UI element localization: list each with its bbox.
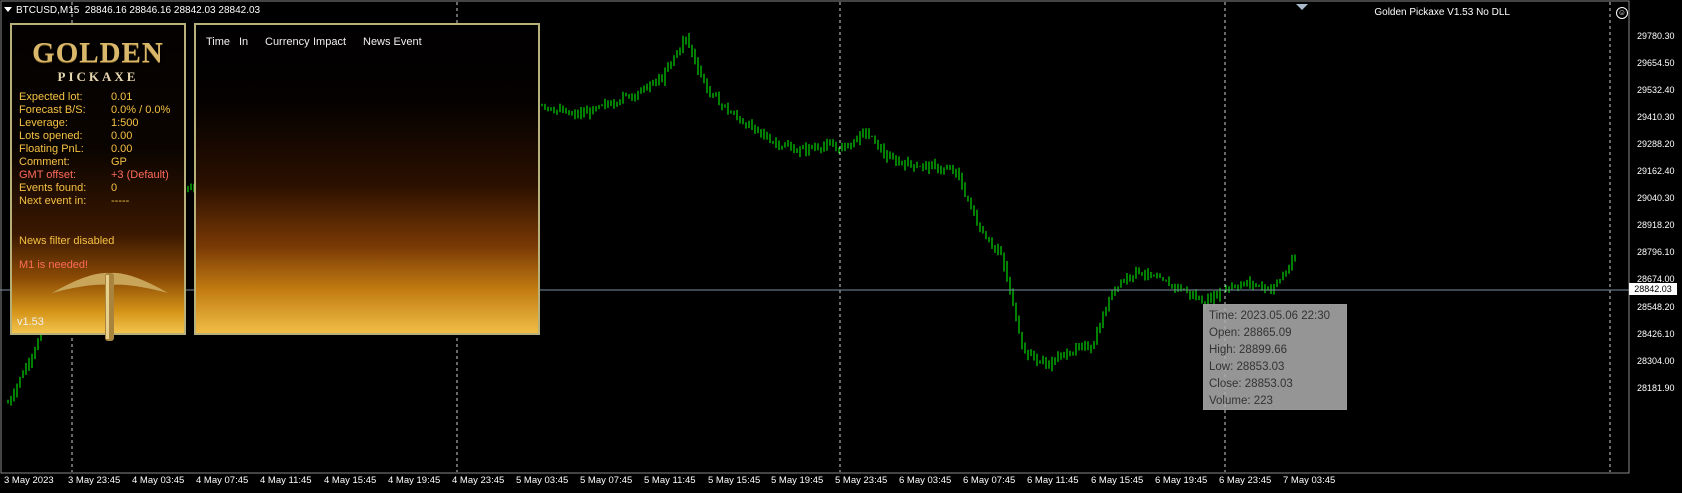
col-in[interactable]: In xyxy=(239,36,248,48)
row-floating-pnl: Floating PnL: 0.00 xyxy=(19,143,170,156)
time-tick-label: 6 May 19:45 xyxy=(1155,475,1208,486)
tooltip-close: Close: 28853.03 xyxy=(1209,378,1293,390)
row-value: GP xyxy=(111,156,127,168)
row-next-event: Next event in: ----- xyxy=(19,195,170,208)
col-time[interactable]: Time xyxy=(206,36,230,48)
info-panel: GOLDEN PICKAXE Expected lot: 0.01 Forecas… xyxy=(10,23,186,341)
chevron-down-icon[interactable] xyxy=(4,7,12,12)
row-value: +3 (Default) xyxy=(111,169,169,181)
tooltip-time: Time: 2023.05.06 22:30 xyxy=(1209,310,1331,322)
symbol: BTCUSD,M15 xyxy=(16,5,80,16)
row-value: ----- xyxy=(111,195,130,207)
ohlc-readout: 28846.16 28846.16 28842.03 28842.03 xyxy=(84,5,261,16)
row-label: Events found: xyxy=(19,182,87,194)
time-tick-label: 3 May 2023 xyxy=(4,475,54,486)
price-tick-label: 28304.00 xyxy=(1637,355,1675,366)
time-tick-label: 5 May 19:45 xyxy=(771,475,824,486)
time-tick-label: 6 May 23:45 xyxy=(1219,475,1272,486)
row-label: Leverage: xyxy=(19,117,68,129)
row-label: Next event in: xyxy=(19,195,87,207)
row-events-found: Events found: 0 xyxy=(19,182,170,195)
tooltip-volume: Volume: 223 xyxy=(1209,395,1273,407)
row-label: Lots opened: xyxy=(19,130,83,142)
time-tick-label: 4 May 15:45 xyxy=(324,475,377,486)
time-tick-label: 4 May 11:45 xyxy=(260,475,312,486)
row-lots-opened: Lots opened: 0.00 xyxy=(19,130,170,143)
time-tick-label: 5 May 15:45 xyxy=(708,475,761,486)
logo-pickaxe: PICKAXE xyxy=(57,69,139,84)
row-label: Floating PnL: xyxy=(19,143,84,155)
row-value: 0.01 xyxy=(111,91,133,103)
price-tick-label: 29040.30 xyxy=(1637,193,1675,204)
price-tick-label: 29162.40 xyxy=(1637,166,1675,177)
price-tick-label: 29532.40 xyxy=(1637,85,1675,96)
row-comment: Comment: GP xyxy=(19,156,170,169)
col-impact[interactable]: Impact xyxy=(313,36,346,48)
col-news-event[interactable]: News Event xyxy=(363,36,422,48)
row-value: 0.00 xyxy=(111,143,133,155)
time-tick-label: 7 May 03:45 xyxy=(1283,475,1336,486)
price-tick-label: 28918.20 xyxy=(1637,220,1675,231)
time-tick-label: 6 May 03:45 xyxy=(899,475,952,486)
price-tick-label: 29780.30 xyxy=(1637,31,1675,41)
time-tick-label: 6 May 07:45 xyxy=(963,475,1016,486)
time-tick-label: 4 May 19:45 xyxy=(388,475,441,486)
smiley-icon[interactable]: ☺ xyxy=(1616,7,1628,19)
tooltip-low: Low: 28853.03 xyxy=(1209,361,1285,373)
logo-golden: GOLDEN xyxy=(32,37,164,69)
time-tick-label: 5 May 07:45 xyxy=(580,475,633,486)
pickaxe-icon xyxy=(52,272,168,341)
price-tick-label: 29654.50 xyxy=(1637,58,1675,69)
time-tick-label: 5 May 23:45 xyxy=(835,475,888,486)
row-gmt-offset: GMT offset: +3 (Default) xyxy=(19,169,170,182)
time-tick-label: 4 May 07:45 xyxy=(196,475,249,486)
ea-name: Golden Pickaxe V1.53 No DLL xyxy=(1374,7,1510,18)
price-tick-label: 29410.30 xyxy=(1637,112,1675,123)
row-value: 0.00 xyxy=(111,130,133,142)
price-tick-label: 28426.10 xyxy=(1637,328,1675,339)
info-rows: Expected lot: 0.01 Forecast B/S: 0.0% / 0.… xyxy=(19,91,170,208)
row-label: Expected lot: xyxy=(19,91,83,103)
symbol-header: BTCUSD,M15 28846.16 28846.16 28842.03 28… xyxy=(4,5,260,16)
col-currency[interactable]: Currency xyxy=(265,36,310,48)
row-value: 0.0% / 0.0% xyxy=(111,104,171,116)
version-label: v1.53 xyxy=(17,316,44,328)
tooltip-open: Open: 28865.09 xyxy=(1209,327,1292,339)
row-forecast: Forecast B/S: 0.0% / 0.0% xyxy=(19,104,170,117)
row-value: 1:500 xyxy=(111,117,139,129)
row-label: GMT offset: xyxy=(19,169,77,181)
price-tick-label: 28796.10 xyxy=(1637,247,1675,258)
time-tick-label: 6 May 15:45 xyxy=(1091,475,1144,486)
row-expected-lot: Expected lot: 0.01 xyxy=(19,91,170,104)
current-price-label: 28842.03 xyxy=(1629,283,1677,295)
row-value: 0 xyxy=(111,182,118,194)
time-tick-label: 4 May 03:45 xyxy=(132,475,185,486)
price-tick-label: 28548.20 xyxy=(1637,301,1675,312)
time-tick-label: 4 May 23:45 xyxy=(452,475,505,486)
news-filter-status: News filter disabled xyxy=(19,235,115,247)
time-tick-label: 5 May 03:45 xyxy=(516,475,569,486)
price-tick-label: 28181.90 xyxy=(1637,382,1675,393)
time-tick-label: 5 May 11:45 xyxy=(644,475,696,486)
row-label: Forecast B/S: xyxy=(19,104,86,116)
candle-tooltip: Time: 2023.05.06 22:30 Open: 28865.09 Hi… xyxy=(1203,304,1347,410)
time-tick-label: 6 May 11:45 xyxy=(1027,475,1079,486)
tooltip-high: High: 28899.66 xyxy=(1209,344,1288,356)
row-label: Comment: xyxy=(19,156,70,168)
row-leverage: Leverage: 1:500 xyxy=(19,117,170,130)
time-tick-label: 3 May 23:45 xyxy=(68,475,121,486)
price-tick-label: 29288.20 xyxy=(1637,139,1675,150)
news-panel: Time In Currency Impact News Event xyxy=(194,23,540,335)
